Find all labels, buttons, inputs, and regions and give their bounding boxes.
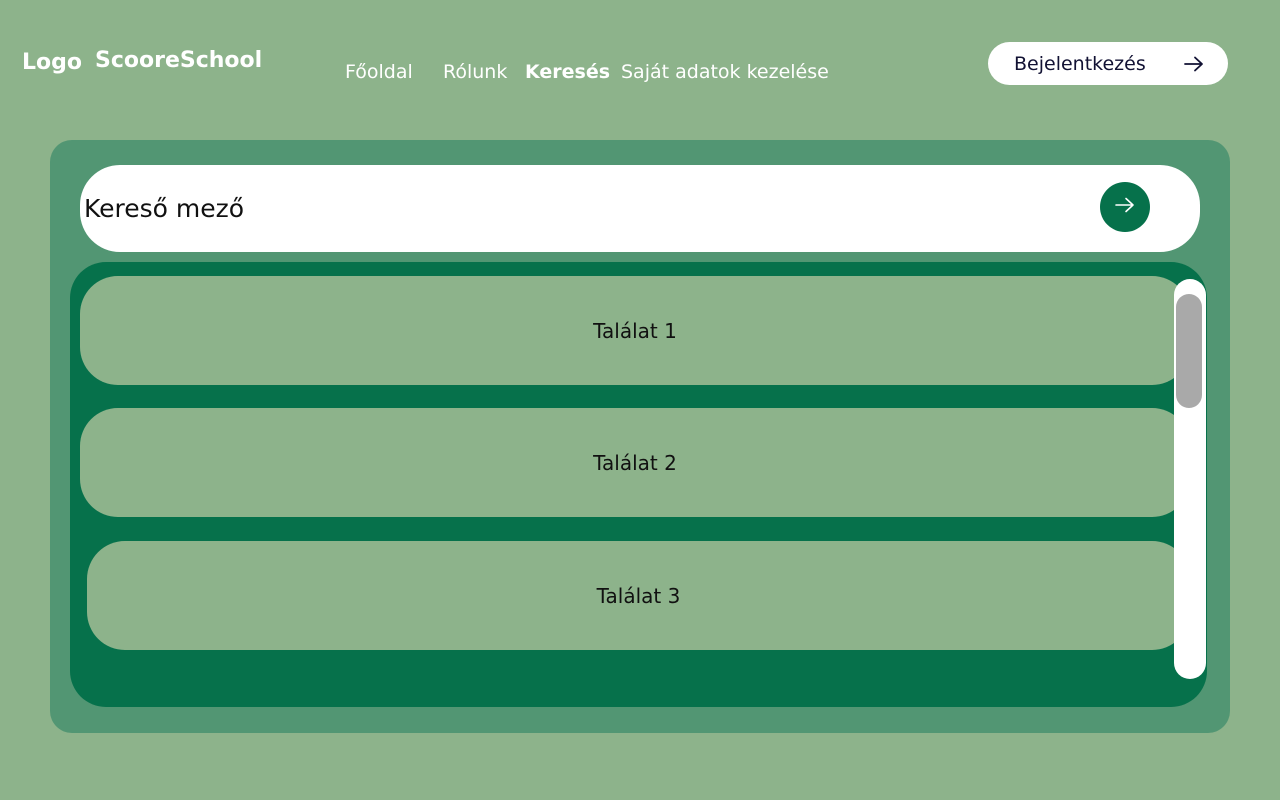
arrow-right-icon [1184,56,1204,72]
result-item-label: Találat 1 [593,318,677,343]
arrow-right-icon [1115,197,1135,217]
nav-item-search[interactable]: Keresés [525,61,610,83]
search-input[interactable] [84,185,1064,231]
scrollbar-thumb[interactable] [1176,294,1202,408]
results-list: Találat 1 Találat 2 Találat 3 [70,262,1207,707]
nav-item-about[interactable]: Rólunk [443,61,507,83]
search-submit-button[interactable] [1100,182,1150,232]
login-button[interactable]: Bejelentkezés [988,42,1228,85]
login-button-label: Bejelentkezés [1014,52,1146,75]
result-item[interactable]: Találat 1 [80,276,1190,385]
result-item[interactable]: Találat 3 [87,541,1190,650]
result-item-label: Találat 2 [593,450,677,475]
logo: Logo [22,50,82,75]
brand-name: ScooreSchool [95,48,263,73]
result-item-label: Találat 3 [596,583,681,608]
nav-item-home[interactable]: Főoldal [345,61,413,83]
result-item[interactable]: Találat 2 [80,408,1190,517]
nav-item-my-data[interactable]: Saját adatok kezelése [621,61,829,83]
